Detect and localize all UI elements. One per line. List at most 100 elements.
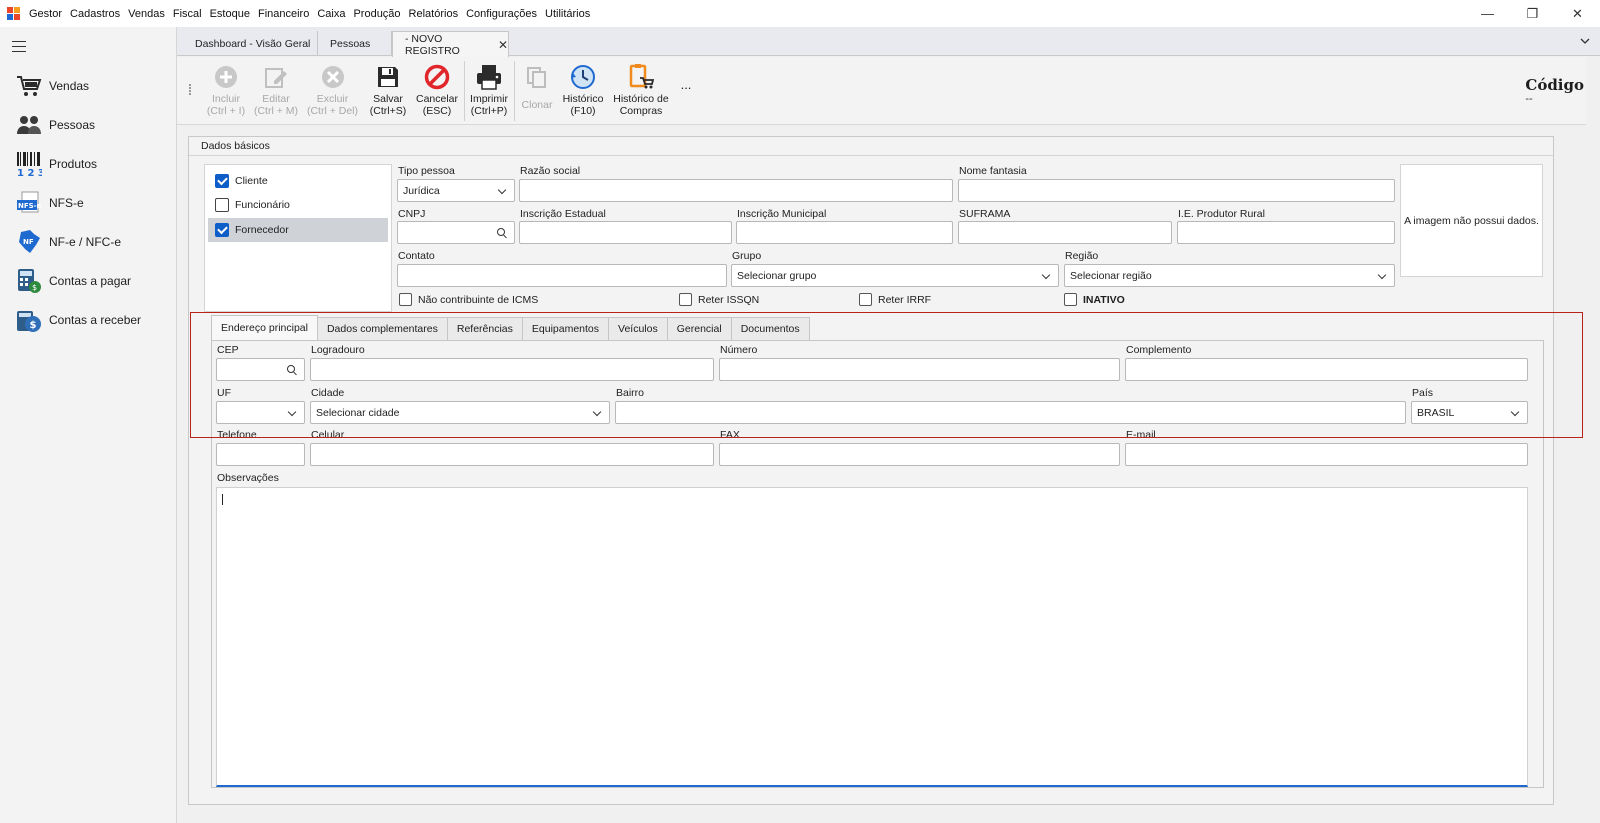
- tab-equipamentos[interactable]: Equipamentos: [521, 317, 610, 340]
- excluir-button[interactable]: Excluir (Ctrl + Del): [305, 63, 360, 117]
- reter-issqn-option[interactable]: Reter ISSQN: [679, 293, 759, 306]
- chevron-down-icon[interactable]: [1580, 33, 1590, 47]
- nao-contribuinte-option[interactable]: Não contribuinte de ICMS: [399, 293, 538, 306]
- nao-contribuinte-checkbox[interactable]: [399, 293, 412, 306]
- historico-button[interactable]: Histórico (F10): [561, 63, 605, 117]
- type-fornecedor[interactable]: Fornecedor: [208, 218, 388, 242]
- sidebar-item-pessoas[interactable]: Pessoas: [0, 107, 176, 143]
- menu-producao[interactable]: Produção: [349, 8, 404, 20]
- editar-button[interactable]: Editar (Ctrl + M): [251, 63, 301, 117]
- funcionario-checkbox[interactable]: [215, 198, 229, 212]
- incluir-label: Incluir: [211, 93, 240, 105]
- menu-configuracoes[interactable]: Configurações: [462, 8, 541, 20]
- contato-input[interactable]: [397, 264, 727, 287]
- sidebar-item-vendas[interactable]: Vendas: [0, 68, 176, 104]
- vertical-scrollbar[interactable]: [1586, 57, 1600, 817]
- close-window-button[interactable]: ✕: [1555, 0, 1600, 27]
- menu-vendas[interactable]: Vendas: [124, 8, 169, 20]
- razao-social-input[interactable]: [519, 179, 953, 202]
- fornecedor-checkbox[interactable]: [215, 223, 229, 237]
- tab-novo-registro[interactable]: - NOVO REGISTRO ✕: [392, 31, 509, 57]
- complemento-input[interactable]: [1125, 358, 1528, 381]
- sidebar-item-produtos[interactable]: 1 2 3 Produtos: [0, 146, 176, 182]
- grupo-select[interactable]: Selecionar grupo: [731, 264, 1059, 287]
- email-input[interactable]: [1125, 443, 1528, 466]
- inscricao-municipal-input[interactable]: [736, 221, 953, 244]
- imprimir-button[interactable]: Imprimir (Ctrl+P): [468, 63, 510, 117]
- uf-label: UF: [217, 387, 231, 399]
- sidebar: Vendas Pessoas 1 2 3 Produtos NFS-e NFS-…: [0, 27, 177, 823]
- menu-cadastros[interactable]: Cadastros: [66, 8, 124, 20]
- reter-irrf-checkbox[interactable]: [859, 293, 872, 306]
- reter-issqn-checkbox[interactable]: [679, 293, 692, 306]
- reter-irrf-option[interactable]: Reter IRRF: [859, 293, 931, 306]
- more-options-button[interactable]: ...: [679, 78, 693, 91]
- sidebar-item-nfe[interactable]: NF NF-e / NFC-e: [0, 224, 176, 260]
- image-placeholder[interactable]: A imagem não possui dados.: [1400, 164, 1543, 277]
- logradouro-input[interactable]: [310, 358, 714, 381]
- inativo-label: INATIVO: [1083, 293, 1125, 306]
- menu-relatorios[interactable]: Relatórios: [405, 8, 463, 20]
- tab-gerencial[interactable]: Gerencial: [666, 317, 732, 340]
- inativo-option[interactable]: INATIVO: [1064, 293, 1125, 306]
- menu-fiscal[interactable]: Fiscal: [169, 8, 206, 20]
- svg-text:NFS-e: NFS-e: [18, 202, 42, 210]
- cancelar-button[interactable]: Cancelar (ESC): [414, 63, 460, 117]
- hamburger-menu-icon[interactable]: [12, 41, 26, 52]
- tab-pessoas[interactable]: Pessoas: [318, 31, 392, 56]
- tab-dashboard[interactable]: Dashboard - Visão Geral: [183, 31, 318, 56]
- menu-financeiro[interactable]: Financeiro: [254, 8, 313, 20]
- nome-fantasia-input[interactable]: [958, 179, 1395, 202]
- celular-input[interactable]: [310, 443, 714, 466]
- tab-documentos[interactable]: Documentos: [730, 317, 810, 340]
- sidebar-item-nfse[interactable]: NFS-e NFS-e: [0, 185, 176, 221]
- clonar-button[interactable]: Clonar: [518, 63, 556, 111]
- tab-endereco-principal[interactable]: Endereço principal: [211, 315, 318, 340]
- minimize-button[interactable]: —: [1465, 0, 1510, 27]
- cnpj-input[interactable]: [397, 221, 515, 244]
- delete-icon: [319, 63, 347, 91]
- menu-utilitarios[interactable]: Utilitários: [541, 8, 594, 20]
- menu-caixa[interactable]: Caixa: [313, 8, 349, 20]
- svg-text:NF: NF: [23, 238, 34, 246]
- tab-referencias[interactable]: Referências: [446, 317, 523, 340]
- tipo-pessoa-select[interactable]: Jurídica: [397, 179, 515, 202]
- cidade-label: Cidade: [311, 387, 345, 399]
- cidade-select[interactable]: Selecionar cidade: [310, 401, 610, 424]
- tab-dados-complementares[interactable]: Dados complementares: [316, 317, 448, 340]
- incluir-button[interactable]: Incluir (Ctrl + I): [202, 63, 250, 117]
- cep-input[interactable]: [216, 358, 305, 381]
- menu-estoque[interactable]: Estoque: [206, 8, 254, 20]
- email-label: E-mail: [1126, 429, 1156, 441]
- historico-compras-button[interactable]: Histórico de Compras: [609, 63, 673, 117]
- menu-gestor[interactable]: Gestor: [25, 8, 66, 20]
- numero-input[interactable]: [719, 358, 1120, 381]
- app-logo: [7, 6, 21, 21]
- close-icon[interactable]: ✕: [498, 38, 508, 52]
- clone-icon: [523, 63, 551, 91]
- inscricao-estadual-input[interactable]: [519, 221, 732, 244]
- suframa-input[interactable]: [958, 221, 1172, 244]
- image-placeholder-text: A imagem não possui dados.: [1404, 214, 1539, 227]
- ie-produtor-input[interactable]: [1177, 221, 1395, 244]
- uf-select[interactable]: [216, 401, 305, 424]
- im-label: Inscrição Municipal: [737, 208, 827, 220]
- title-bar: Gestor Cadastros Vendas Fiscal Estoque F…: [0, 0, 1600, 27]
- bairro-input[interactable]: [615, 401, 1406, 424]
- toolbar-grip[interactable]: [189, 84, 193, 96]
- window-controls: — ❐ ✕: [1465, 0, 1600, 27]
- telefone-input[interactable]: [216, 443, 305, 466]
- type-funcionario[interactable]: Funcionário: [208, 193, 388, 217]
- cliente-checkbox[interactable]: [215, 174, 229, 188]
- observacoes-textarea[interactable]: [216, 487, 1528, 787]
- fax-input[interactable]: [719, 443, 1120, 466]
- regiao-select[interactable]: Selecionar região: [1064, 264, 1395, 287]
- pais-select[interactable]: BRASIL: [1411, 401, 1528, 424]
- sidebar-item-contas-receber[interactable]: $ Contas a receber: [0, 302, 176, 338]
- type-cliente[interactable]: Cliente: [208, 169, 388, 193]
- sidebar-item-contas-pagar[interactable]: $ Contas a pagar: [0, 263, 176, 299]
- inativo-checkbox[interactable]: [1064, 293, 1077, 306]
- tab-veiculos[interactable]: Veículos: [608, 317, 668, 340]
- salvar-button[interactable]: Salvar (Ctrl+S): [368, 63, 408, 117]
- restore-button[interactable]: ❐: [1510, 0, 1555, 27]
